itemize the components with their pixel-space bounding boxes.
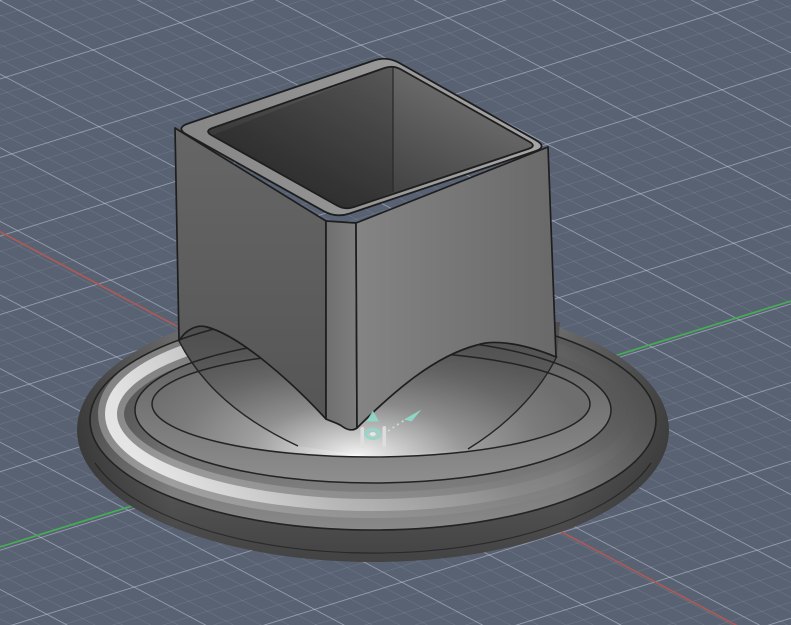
cad-viewport[interactable] (0, 0, 791, 625)
tube-corner-front[interactable] (325, 220, 358, 431)
origin-point-center (369, 432, 376, 436)
origin-bar-right-icon (382, 426, 387, 447)
origin-bar-left-icon (360, 427, 365, 448)
viewport-canvas[interactable] (0, 0, 791, 625)
